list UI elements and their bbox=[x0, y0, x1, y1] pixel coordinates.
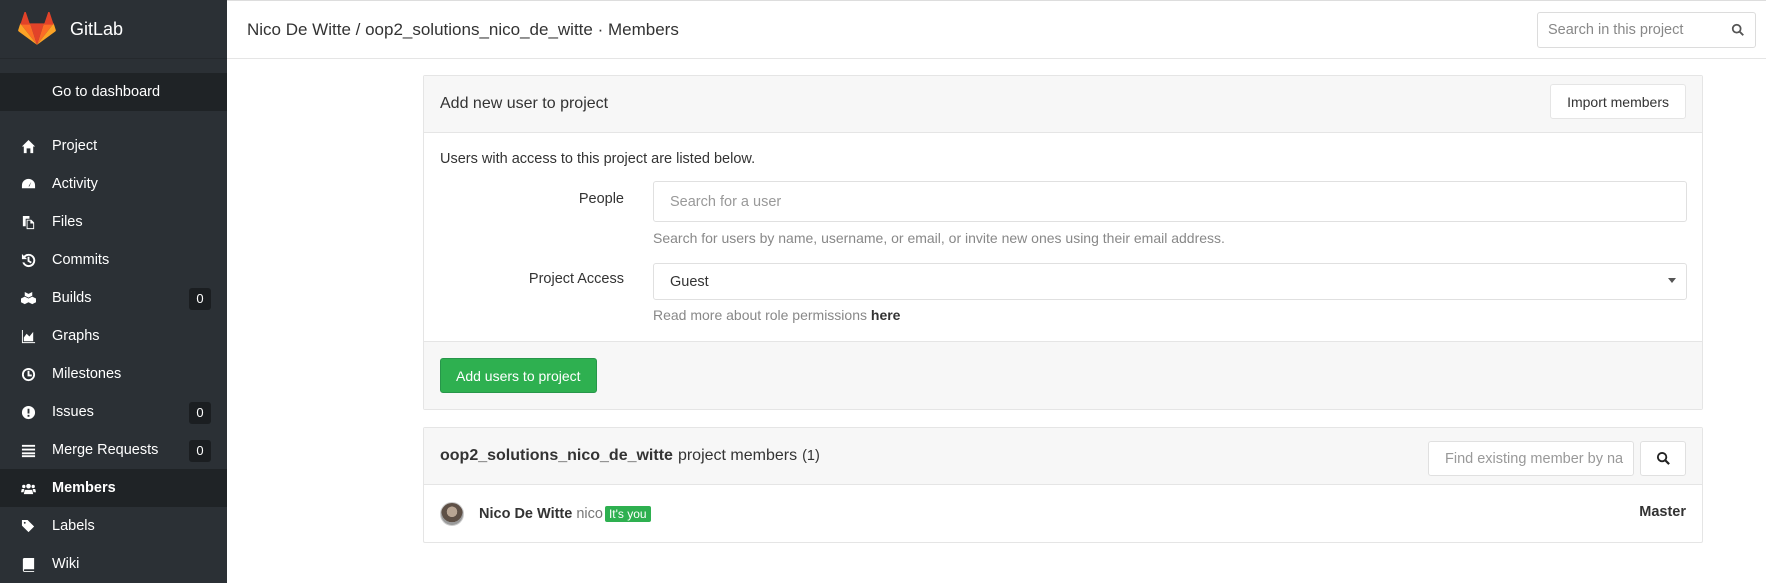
members-title-suffix: project members bbox=[677, 447, 798, 464]
sidebar-item-label: Issues bbox=[52, 404, 94, 420]
sidebar-item-labels[interactable]: Labels bbox=[0, 507, 227, 545]
top-header: Nico De Witte / oop2_solutions_nico_de_w… bbox=[227, 0, 1766, 59]
add-user-footer: Add users to project bbox=[424, 341, 1702, 409]
exclamation-circle-icon bbox=[20, 404, 36, 420]
member-username: nico bbox=[576, 505, 603, 522]
clock-icon bbox=[20, 366, 36, 382]
list-icon bbox=[20, 442, 36, 458]
sidebar-item-label: Graphs bbox=[52, 328, 100, 344]
sidebar-item-merge-requests[interactable]: Merge Requests 0 bbox=[0, 431, 227, 469]
role-permissions-text: Read more about role permissions bbox=[653, 307, 867, 323]
sidebar-item-graphs[interactable]: Graphs bbox=[0, 317, 227, 355]
access-intro-text: Users with access to this project are li… bbox=[440, 151, 756, 167]
brand-name: GitLab bbox=[70, 18, 124, 39]
import-members-button[interactable]: Import members bbox=[1550, 84, 1686, 119]
project-access-value: Guest bbox=[670, 273, 709, 290]
role-permissions-help: Read more about role permissions here bbox=[653, 307, 900, 323]
members-panel-header: oop2_solutions_nico_de_witte project mem… bbox=[424, 428, 1702, 485]
sidebar-item-label: Milestones bbox=[52, 366, 122, 382]
project-name: oop2_solutions_nico_de_witte bbox=[440, 447, 673, 464]
member-row: Nico De Witte nico It's you Master bbox=[424, 485, 1702, 542]
sidebar-item-issues[interactable]: Issues 0 bbox=[0, 393, 227, 431]
sidebar-item-members[interactable]: Members bbox=[0, 469, 227, 507]
member-role: Master bbox=[1639, 504, 1686, 520]
sidebar-item-label: Activity bbox=[52, 176, 98, 192]
people-placeholder: Search for a user bbox=[670, 193, 782, 210]
add-user-title: Add new user to project bbox=[440, 95, 609, 112]
home-icon bbox=[20, 138, 36, 154]
sidebar: GitLab Go to dashboard Project Activity … bbox=[0, 0, 227, 583]
sidebar-item-label: Wiki bbox=[52, 556, 80, 572]
members-count: (1) bbox=[802, 448, 820, 464]
tags-icon bbox=[20, 518, 36, 534]
issues-count-badge: 0 bbox=[189, 402, 211, 424]
sidebar-item-label: Files bbox=[52, 214, 83, 230]
search-icon bbox=[1731, 23, 1744, 36]
avatar[interactable] bbox=[440, 501, 464, 526]
sidebar-item-label: Merge Requests bbox=[52, 442, 159, 458]
sidebar-item-commits[interactable]: Commits bbox=[0, 241, 227, 279]
role-permissions-link[interactable]: here bbox=[871, 307, 901, 323]
history-icon bbox=[20, 252, 36, 268]
project-search-input[interactable]: Search in this project bbox=[1537, 12, 1756, 48]
project-access-label: Project Access bbox=[528, 271, 624, 287]
find-member-input[interactable]: Find existing member by na bbox=[1428, 441, 1634, 476]
files-icon bbox=[20, 214, 36, 230]
add-user-form: Users with access to this project are li… bbox=[424, 133, 1702, 340]
sidebar-item-wiki[interactable]: Wiki bbox=[0, 545, 227, 583]
area-chart-icon bbox=[20, 328, 36, 344]
gitlab-logo-icon bbox=[18, 12, 56, 45]
sidebar-nav: Project Activity Files Commits Builds 0 … bbox=[0, 127, 227, 583]
people-search-input[interactable]: Search for a user bbox=[653, 181, 1687, 222]
builds-count-badge: 0 bbox=[189, 288, 211, 310]
breadcrumb: Nico De Witte / oop2_solutions_nico_de_w… bbox=[247, 19, 679, 39]
people-help-text: Search for users by name, username, or e… bbox=[653, 230, 1225, 246]
members-panel: oop2_solutions_nico_de_witte project mem… bbox=[423, 427, 1703, 543]
search-placeholder: Search in this project bbox=[1548, 22, 1684, 38]
member-name[interactable]: Nico De Witte bbox=[479, 506, 572, 522]
book-icon bbox=[20, 556, 36, 572]
its-you-badge: It's you bbox=[604, 505, 651, 522]
caret-down-icon bbox=[1668, 278, 1676, 283]
add-user-panel: Add new user to project Import members U… bbox=[423, 75, 1703, 410]
sidebar-item-label: Commits bbox=[52, 252, 110, 268]
sidebar-item-files[interactable]: Files bbox=[0, 203, 227, 241]
users-icon bbox=[20, 480, 36, 496]
merge-requests-count-badge: 0 bbox=[189, 440, 211, 462]
project-access-select[interactable]: Guest bbox=[653, 263, 1687, 300]
sidebar-item-milestones[interactable]: Milestones bbox=[0, 355, 227, 393]
find-member-placeholder: Find existing member by na bbox=[1445, 450, 1624, 467]
people-label: People bbox=[578, 191, 624, 207]
search-icon bbox=[1656, 451, 1670, 465]
find-member-button[interactable] bbox=[1640, 441, 1686, 476]
brand-header[interactable]: GitLab bbox=[0, 0, 227, 59]
add-users-button[interactable]: Add users to project bbox=[440, 358, 597, 393]
sidebar-item-label: Project bbox=[52, 138, 98, 154]
sidebar-item-label: Builds bbox=[52, 290, 92, 306]
dashboard-icon bbox=[20, 176, 36, 192]
add-user-panel-header: Add new user to project Import members bbox=[424, 76, 1702, 133]
go-to-dashboard-link[interactable]: Go to dashboard bbox=[0, 73, 227, 111]
sidebar-item-label: Labels bbox=[52, 518, 95, 534]
cubes-icon bbox=[20, 290, 36, 306]
sidebar-item-project[interactable]: Project bbox=[0, 127, 227, 165]
sidebar-item-label: Members bbox=[52, 480, 116, 496]
sidebar-item-activity[interactable]: Activity bbox=[0, 165, 227, 203]
sidebar-item-builds[interactable]: Builds 0 bbox=[0, 279, 227, 317]
